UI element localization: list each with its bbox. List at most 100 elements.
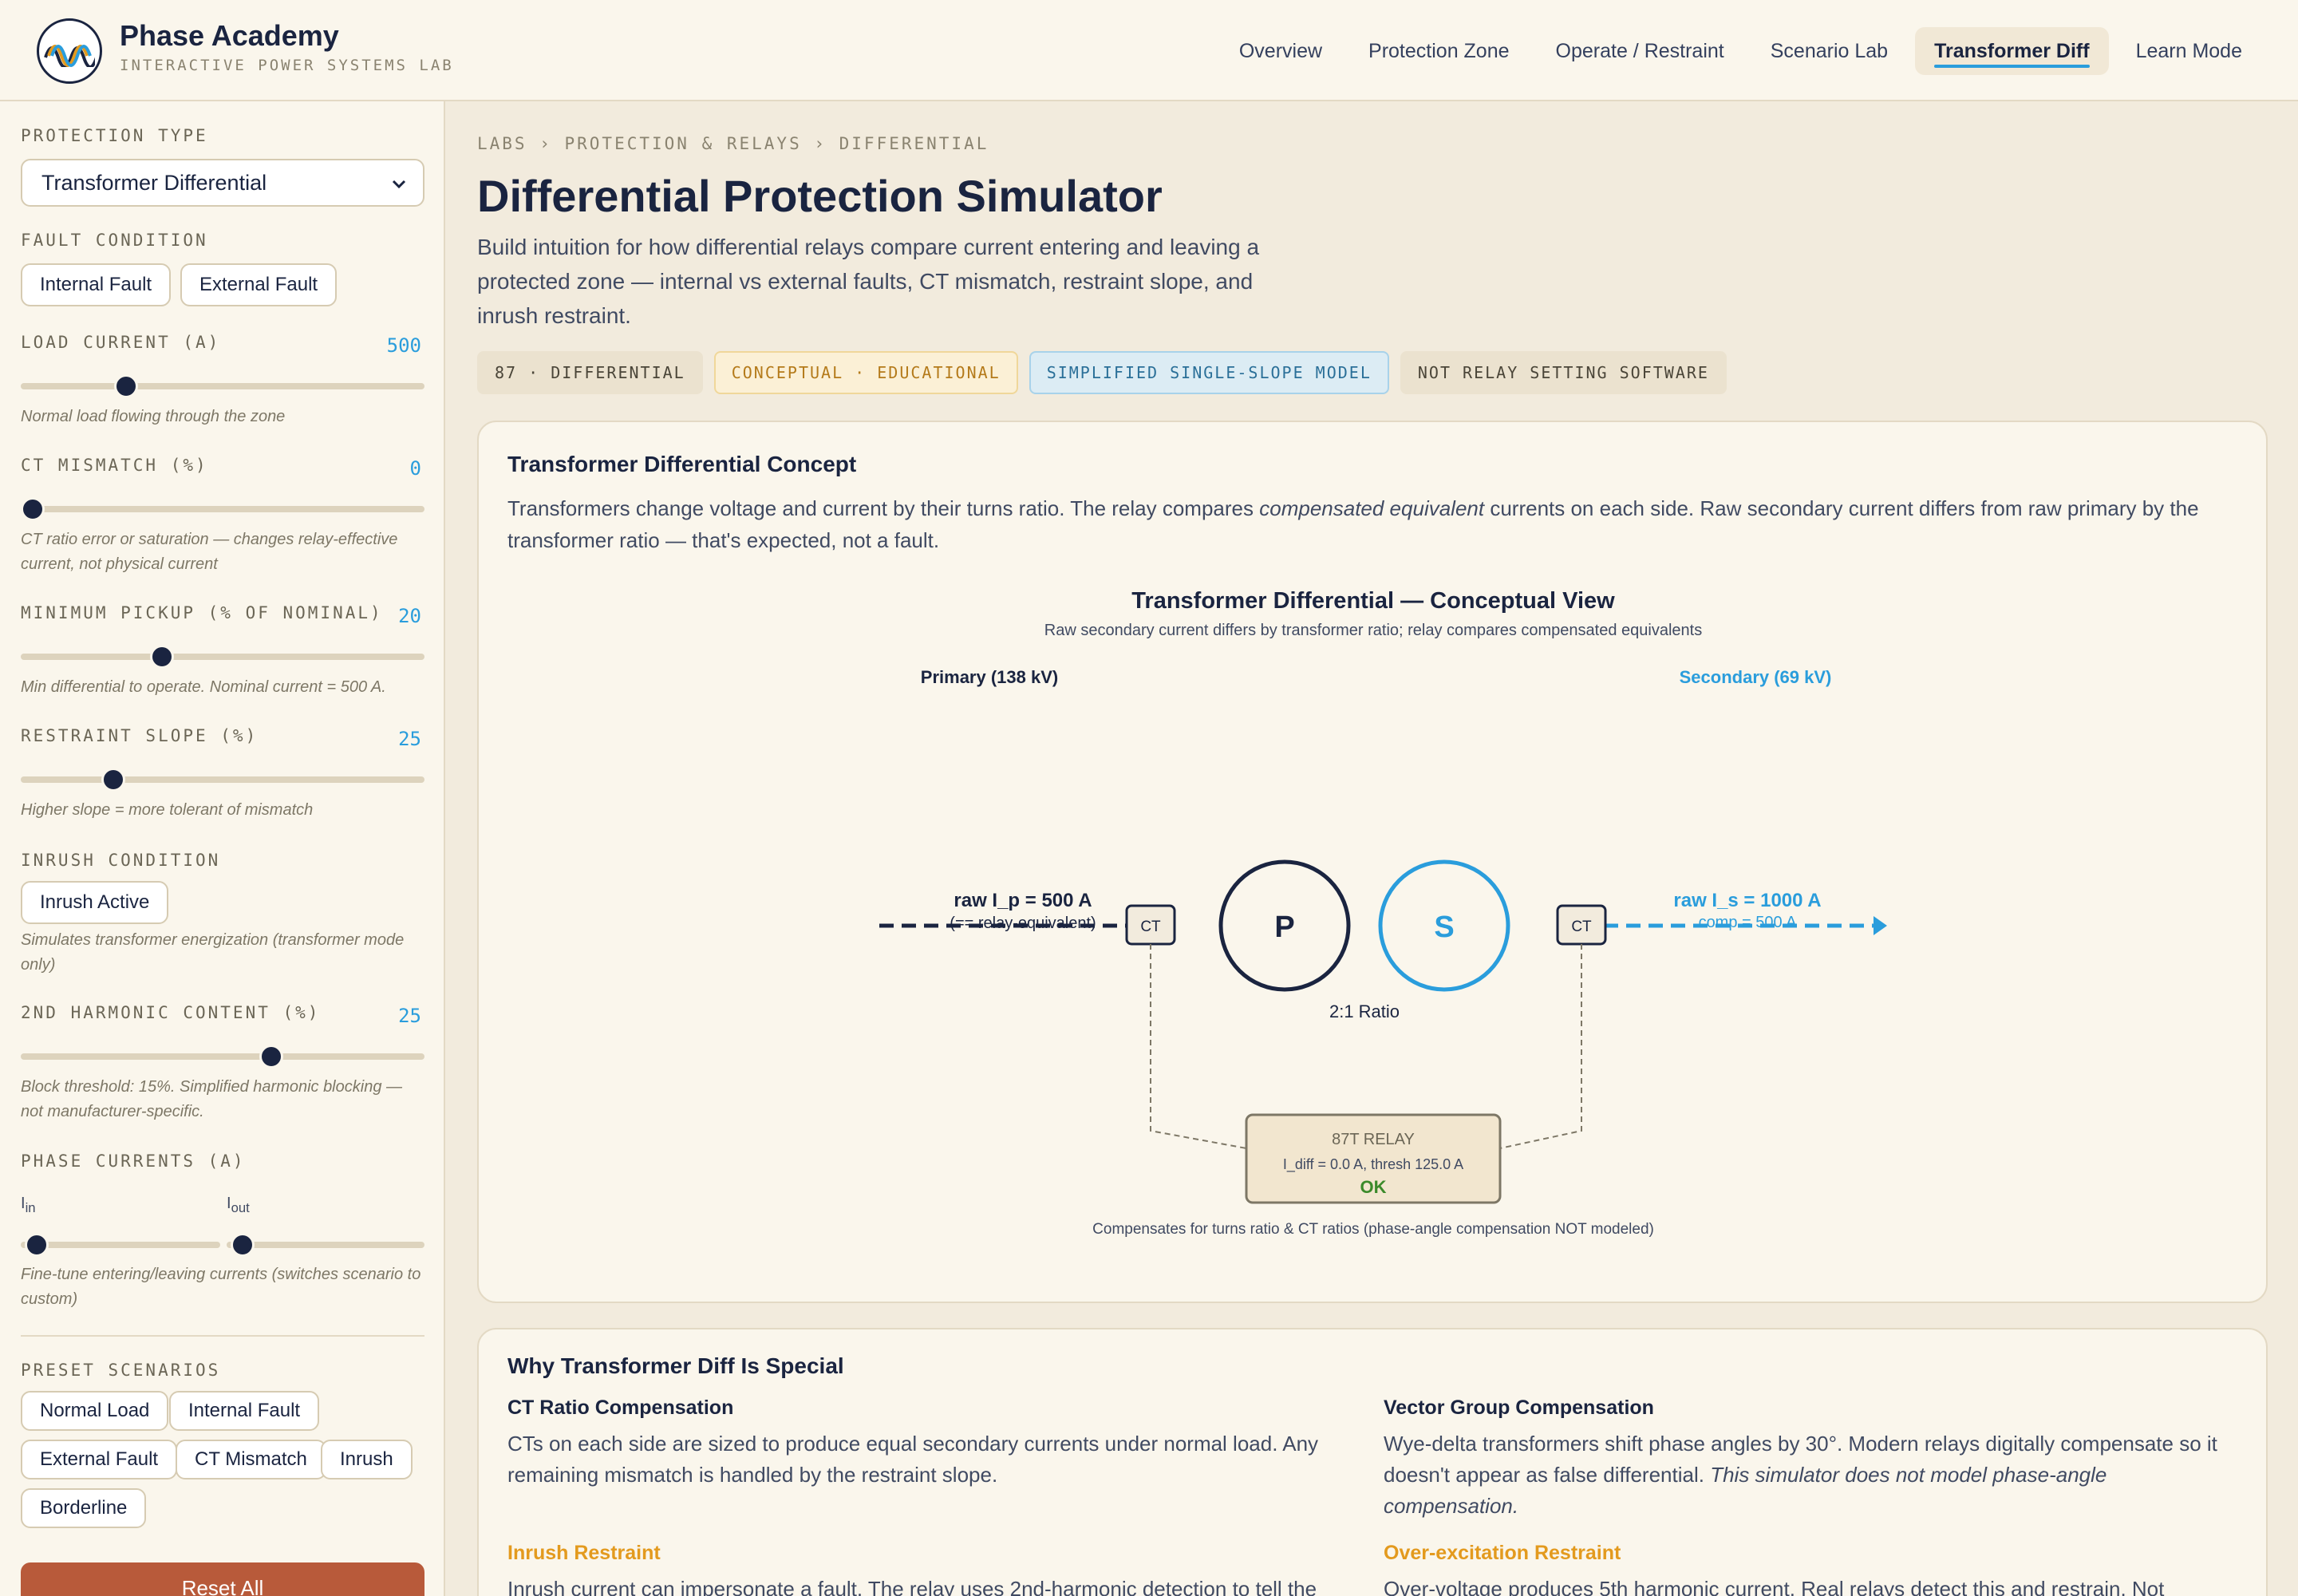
primary-label: Primary (138 kV) [921,667,1058,687]
load-current-slider[interactable] [21,374,424,398]
overex-title: Over-excitation Restraint [1384,1542,1621,1564]
primary-winding-label: P [1274,911,1294,944]
protection-type-select[interactable]: Transformer Differential [21,159,424,207]
concept-card: Transformer Differential Concept Transfo… [477,421,2268,1303]
raw-primary-note: (== relay-equivalent) [950,915,1096,932]
relay-title: 87T RELAY [1332,1131,1415,1148]
chevron-down-icon [392,180,406,189]
phase-currents-label: PHASE CURRENTS (A) [21,1152,246,1171]
external-fault-button[interactable]: External Fault [180,263,338,306]
ct-mismatch-value: 0 [409,457,421,480]
nav-transformer-diff[interactable]: Transformer Diff [1915,27,2109,75]
fault-condition-label: FAULT CONDITION [21,231,208,250]
min-pickup-value: 20 [398,605,421,627]
raw-primary-label: raw I_p = 500 A [954,890,1092,911]
diagram-subtitle: Raw secondary current differs by transfo… [1044,622,1702,639]
slider-thumb[interactable] [230,1233,255,1257]
tag-differential: 87 · DIFFERENTIAL [477,351,703,394]
brand-title: Phase Academy [120,19,339,52]
protection-type-label: PROTECTION TYPE [21,126,208,145]
ct-comp-text: CTs on each side are sized to produce eq… [507,1432,1319,1487]
slider-thumb[interactable] [25,1233,49,1257]
inrush-label: INRUSH CONDITION [21,851,221,870]
nav-operate-restraint[interactable]: Operate / Restraint [1537,27,1743,75]
tag-single-slope: SIMPLIFIED SINGLE-SLOPE MODEL [1029,351,1389,394]
overex-text: Over-voltage produces 5th harmonic curre… [1384,1577,2165,1596]
restraint-slope-help: Higher slope = more tolerant of mismatch [21,801,314,819]
tag-list: 87 · DIFFERENTIAL CONCEPTUAL · EDUCATION… [477,351,1727,394]
min-pickup-label: MINIMUM PICKUP (% OF NOMINAL) [21,603,383,622]
restraint-slope-label: RESTRAINT SLOPE (%) [21,726,259,745]
brand-subtitle: INTERACTIVE POWER SYSTEMS LAB [120,57,454,74]
diagram-title: Transformer Differential — Conceptual Vi… [1131,588,1615,614]
sidebar-divider [21,1335,424,1337]
ct-mismatch-label: CT MISMATCH (%) [21,456,208,475]
inrush-restraint-title: Inrush Restraint [507,1542,661,1564]
protection-type-value: Transformer Differential [41,170,267,195]
i-out-slider[interactable] [227,1233,424,1257]
comp-secondary-label: comp = 500 A [1699,914,1798,931]
why-title: Why Transformer Diff Is Special [507,1353,844,1378]
preset-internal-fault[interactable]: Internal Fault [169,1391,320,1431]
nav-learn-mode[interactable]: Learn Mode [2117,27,2261,75]
load-current-value: 500 [386,334,421,357]
secondary-label: Secondary (69 kV) [1680,667,1832,687]
load-current-label: LOAD CURRENT (A) [21,333,221,352]
nav-scenario-lab[interactable]: Scenario Lab [1751,27,1907,75]
diagram-footnote: Compensates for turns ratio & CT ratios … [1092,1221,1654,1238]
ct-mismatch-slider[interactable] [21,497,424,521]
ratio-label: 2:1 Ratio [1329,1001,1400,1021]
i-in-label: Iin [21,1195,36,1215]
harmonic-help: Block threshold: 15%. Simplified harmoni… [21,1078,402,1120]
primary-ct-label: CT [1140,918,1161,935]
concept-title: Transformer Differential Concept [507,452,857,476]
vector-text: Wye-delta transformers shift phase angle… [1384,1432,2217,1518]
inrush-restraint-text: Inrush current can impersonate a fault. … [507,1577,1317,1596]
vector-title: Vector Group Compensation [1384,1396,1654,1419]
reset-all-button[interactable]: Reset All [21,1562,424,1596]
preset-inrush[interactable]: Inrush [321,1440,413,1479]
i-out-label: Iout [227,1195,250,1215]
why-card: Why Transformer Diff Is Special CT Ratio… [477,1328,2268,1596]
primary-ct-wire [1150,944,1247,1149]
harmonic-value: 25 [398,1005,421,1027]
inrush-active-button[interactable]: Inrush Active [21,881,169,924]
inrush-help: Simulates transformer energization (tran… [21,931,405,974]
nav-protection-zone[interactable]: Protection Zone [1349,27,1529,75]
presets-label: PRESET SCENARIOS [21,1361,221,1380]
tag-conceptual: CONCEPTUAL · EDUCATIONAL [713,351,1018,394]
ct-mismatch-help: CT ratio error or saturation — changes r… [21,531,398,573]
i-in-slider[interactable] [21,1233,220,1257]
internal-fault-button[interactable]: Internal Fault [21,263,172,306]
preset-normal-load[interactable]: Normal Load [21,1391,169,1431]
page-title: Differential Protection Simulator [477,171,1163,221]
preset-borderline[interactable]: Borderline [21,1488,147,1528]
app-header: Phase Academy INTERACTIVE POWER SYSTEMS … [0,0,2298,101]
sine-waves-logo-icon[interactable] [37,18,102,84]
slider-thumb[interactable] [21,497,45,521]
slider-thumb[interactable] [259,1045,283,1069]
restraint-slope-value: 25 [398,728,421,750]
phase-currents-help: Fine-tune entering/leaving currents (swi… [21,1266,421,1308]
min-pickup-slider[interactable] [21,645,424,669]
current-arrow-icon [1874,916,1887,935]
page-description: Build intuition for how differential rel… [477,235,1260,328]
slider-thumb[interactable] [101,768,126,792]
relay-status: OK [1360,1177,1387,1197]
preset-external-fault[interactable]: External Fault [21,1440,178,1479]
relay-values: I_diff = 0.0 A, thresh 125.0 A [1283,1156,1463,1173]
preset-ct-mismatch[interactable]: CT Mismatch [176,1440,326,1479]
tag-not-relay-software: NOT RELAY SETTING SOFTWARE [1400,351,1727,394]
restraint-slope-slider[interactable] [21,768,424,792]
slider-thumb[interactable] [113,374,138,398]
harmonic-label: 2ND HARMONIC CONTENT (%) [21,1003,321,1022]
control-sidebar: PROTECTION TYPE Transformer Differential… [0,101,445,1596]
secondary-winding-label: S [1434,911,1454,944]
load-current-help: Normal load flowing through the zone [21,408,286,425]
raw-secondary-label: raw I_s = 1000 A [1673,890,1821,911]
harmonic-slider[interactable] [21,1045,424,1069]
nav-overview[interactable]: Overview [1220,27,1341,75]
slider-thumb[interactable] [150,645,175,669]
breadcrumb: LABS › PROTECTION & RELAYS › DIFFERENTIA… [477,134,989,153]
secondary-ct-wire [1499,944,1582,1149]
